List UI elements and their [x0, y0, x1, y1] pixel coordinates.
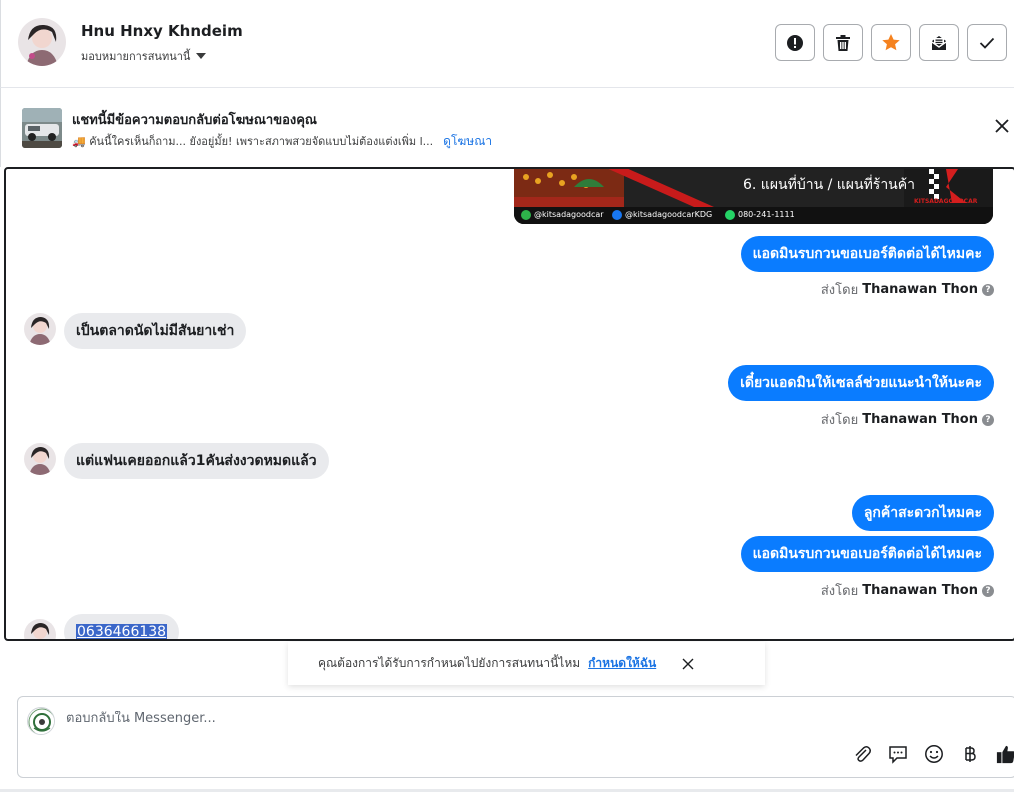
- mark-done-button[interactable]: [967, 24, 1007, 61]
- caret-down-icon: [196, 53, 207, 59]
- message-outgoing[interactable]: ลูกค้าสะดวกไหมคะ: [851, 495, 994, 531]
- baht-icon[interactable]: [960, 744, 980, 764]
- sent-by-prefix: ส่งโดย: [820, 584, 859, 599]
- ad-image-footer-fb: @kitsadagoodcarKDG: [625, 210, 713, 219]
- star-button[interactable]: [871, 24, 911, 61]
- sent-by-name: Thanawan Thon: [862, 412, 978, 427]
- message-thread[interactable]: 6. แผนที่บ้าน / แผนที่ร้านค้า KITSADAGOO…: [4, 167, 1014, 641]
- sent-by-label: ส่งโดย Thanawan Thon ?: [821, 409, 994, 430]
- check-icon: [979, 37, 995, 49]
- conversation-header: Hnu Hnxy Khndeim มอบหมายการสนทนานี้: [0, 0, 1014, 88]
- view-ad-link[interactable]: ดูโฆษณา: [443, 132, 492, 151]
- close-icon[interactable]: [682, 658, 694, 670]
- phone-number-text[interactable]: 0636466138: [76, 624, 168, 639]
- trash-icon: [836, 34, 850, 51]
- inbox-conversation-view: Hnu Hnxy Khndeim มอบหมายการสนทนานี้ แชทน…: [0, 0, 1014, 792]
- sent-by-name: Thanawan Thon: [862, 282, 978, 297]
- assign-prompt-text: คุณต้องการได้รับการกำหนดไปยังการสนทนานี้…: [318, 656, 581, 670]
- ad-image-footer-phone: 080-241-1111: [738, 210, 795, 219]
- ad-banner-subtitle: 🚚 คันนี้ใครเห็นก็ถาม... ยังอยู่มั้ย! เพร…: [72, 132, 492, 151]
- emoji-icon[interactable]: [924, 744, 944, 764]
- sent-by-prefix: ส่งโดย: [820, 283, 859, 298]
- header-actions: [775, 24, 1007, 61]
- ad-banner-title: แชทนี้มีข้อความตอบกลับต่อโฆษณาของคุณ: [72, 113, 317, 128]
- alert-icon: [787, 34, 803, 51]
- assign-label: มอบหมายการสนทนานี้: [81, 50, 191, 63]
- reply-composer: [17, 696, 1014, 778]
- ad-image-footer-line: @kitsadagoodcar: [534, 210, 604, 219]
- message-outgoing[interactable]: เดี๋ยวแอดมินให้เซลล์ช่วยแนะนำให้นะคะ: [728, 365, 994, 401]
- ad-image-attachment[interactable]: 6. แผนที่บ้าน / แผนที่ร้านค้า KITSADAGOO…: [514, 169, 993, 224]
- contact-avatar-small[interactable]: [24, 443, 56, 475]
- info-icon[interactable]: ?: [982, 584, 994, 597]
- ad-snippet: 🚚 คันนี้ใครเห็นก็ถาม... ยังอยู่มั้ย! เพร…: [72, 135, 434, 148]
- delete-button[interactable]: [823, 24, 863, 61]
- sent-by-name: Thanawan Thon: [862, 583, 978, 598]
- contact-name: Hnu Hnxy Khndeim: [81, 22, 243, 40]
- mark-spam-button[interactable]: [775, 24, 815, 61]
- envelope-icon: [931, 35, 947, 50]
- assign-conversation-dropdown[interactable]: มอบหมายการสนทนานี้: [81, 47, 207, 65]
- sent-by-label: ส่งโดย Thanawan Thon ?: [821, 580, 994, 601]
- contact-avatar[interactable]: [18, 18, 66, 66]
- contact-avatar-small[interactable]: [24, 313, 56, 345]
- ad-reply-banner: แชทนี้มีข้อความตอบกลับต่อโฆษณาของคุณ 🚚 ค…: [0, 88, 1014, 167]
- assign-prompt: คุณต้องการได้รับการกำหนดไปยังการสนทนานี้…: [288, 642, 765, 685]
- thumbs-up-icon[interactable]: [996, 744, 1014, 764]
- sent-by-label: ส่งโดย Thanawan Thon ?: [821, 279, 994, 300]
- info-icon[interactable]: ?: [982, 283, 994, 296]
- message-incoming[interactable]: แต่แฟนเคยออกแล้ว1คันส่งงวดหมดแล้ว: [64, 443, 329, 479]
- message-outgoing[interactable]: แอดมินรบกวนขอเบอร์ติดต่อได้ไหมคะ: [740, 536, 994, 572]
- message-incoming[interactable]: เป็นตลาดนัดไม่มีสันยาเช่า: [64, 313, 247, 349]
- close-icon[interactable]: [994, 118, 1010, 134]
- reply-input[interactable]: [66, 711, 826, 726]
- star-icon: [882, 34, 900, 51]
- ad-image-brand: KITSADAGOODCAR: [914, 198, 978, 205]
- paperclip-icon[interactable]: [852, 744, 872, 764]
- ad-thumbnail[interactable]: [22, 108, 62, 148]
- composer-toolbar: [852, 744, 1014, 764]
- message-outgoing[interactable]: แอดมินรบกวนขอเบอร์ติดต่อได้ไหมคะ: [740, 236, 994, 272]
- info-icon[interactable]: ?: [982, 413, 994, 426]
- message-incoming[interactable]: 0636466138: [64, 614, 180, 639]
- contact-avatar-small[interactable]: [24, 619, 56, 639]
- mark-unread-button[interactable]: [919, 24, 959, 61]
- assign-to-me-link[interactable]: กำหนดให้ฉัน: [588, 654, 656, 673]
- saved-reply-icon[interactable]: [888, 744, 908, 764]
- ad-image-caption: 6. แผนที่บ้าน / แผนที่ร้านค้า: [743, 177, 915, 193]
- page-avatar: [27, 707, 55, 735]
- sent-by-prefix: ส่งโดย: [820, 413, 859, 428]
